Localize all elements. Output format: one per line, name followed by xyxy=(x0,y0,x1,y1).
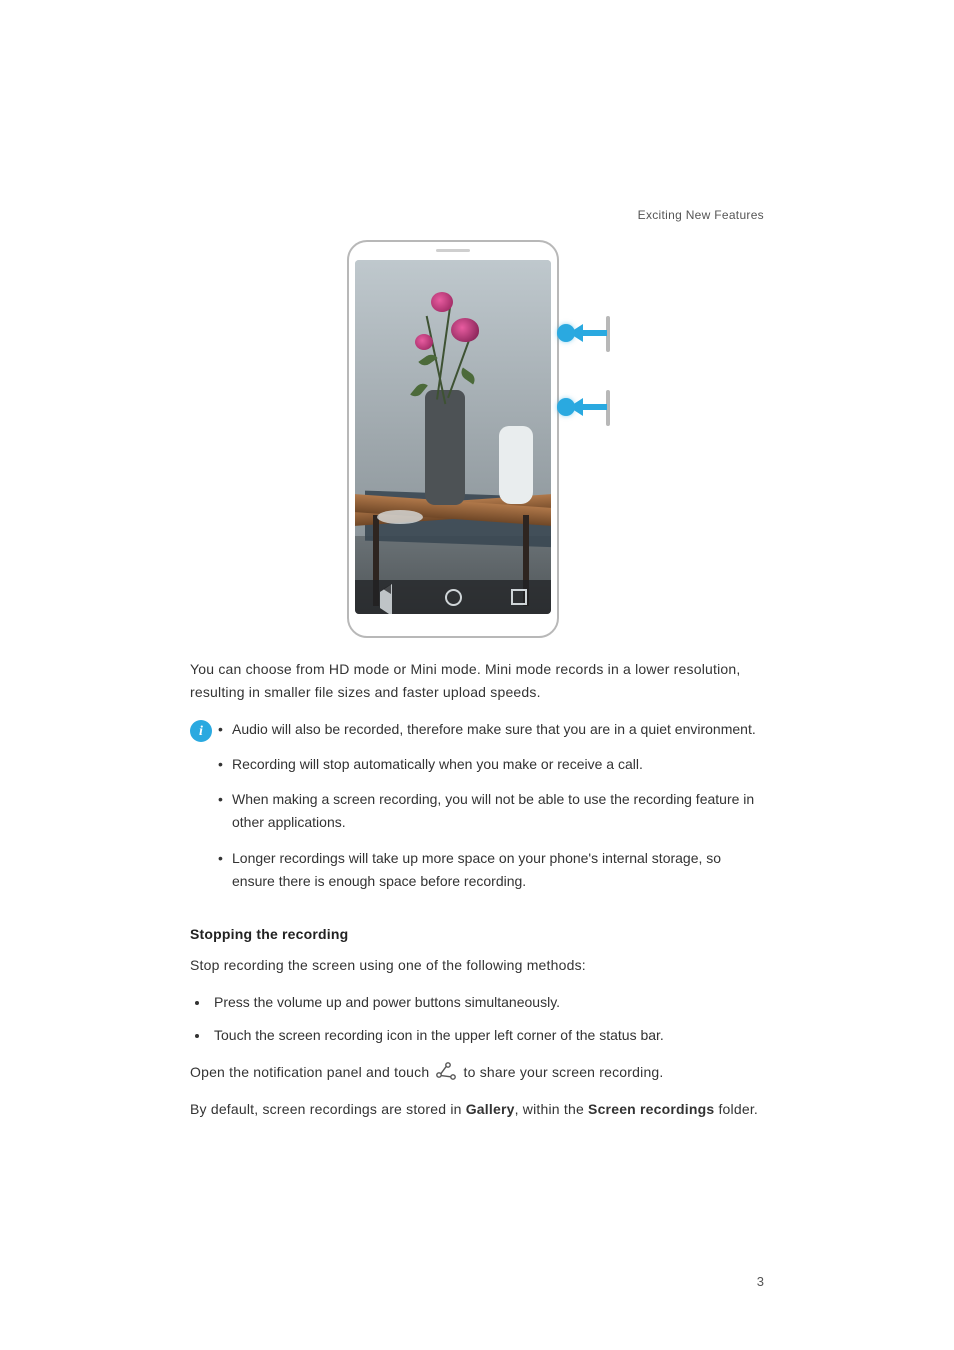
section-header: Exciting New Features xyxy=(638,206,764,226)
stopping-methods-list: Press the volume up and power buttons si… xyxy=(190,991,764,1047)
phone-illustration xyxy=(347,240,607,638)
share-text-pre: Open the notification panel and touch xyxy=(190,1064,433,1080)
android-navbar xyxy=(355,580,551,614)
stopping-heading: Stopping the recording xyxy=(190,923,764,946)
storage-text: By default, screen recordings are stored… xyxy=(190,1101,466,1117)
stopping-method-item: Touch the screen recording icon in the u… xyxy=(210,1024,764,1047)
stopping-method-item: Press the volume up and power buttons si… xyxy=(210,991,764,1014)
phone-speaker xyxy=(436,249,470,252)
info-note-item: Recording will stop automatically when y… xyxy=(218,753,764,776)
nav-recents-icon xyxy=(511,589,527,605)
share-text-post: to share your screen recording. xyxy=(464,1064,664,1080)
info-note-item: Audio will also be recorded, therefore m… xyxy=(218,718,764,741)
gallery-app-name: Gallery xyxy=(466,1101,515,1117)
info-note-item: When making a screen recording, you will… xyxy=(218,788,764,834)
info-note-item: Longer recordings will take up more spac… xyxy=(218,847,764,893)
storage-text: folder. xyxy=(714,1101,758,1117)
storage-text: , within the xyxy=(515,1101,588,1117)
phone-frame xyxy=(347,240,559,638)
nav-home-icon xyxy=(445,589,462,606)
screen-recordings-folder: Screen recordings xyxy=(588,1101,714,1117)
info-notes-list: Audio will also be recorded, therefore m… xyxy=(218,718,764,905)
share-icon xyxy=(433,1061,459,1081)
phone-screen xyxy=(355,260,551,614)
stopping-intro: Stop recording the screen using one of t… xyxy=(190,954,764,977)
arrow-to-volume-icon xyxy=(557,324,607,342)
share-instruction: Open the notification panel and touch to… xyxy=(190,1061,764,1084)
page-number: 3 xyxy=(757,1271,764,1292)
nav-back-icon xyxy=(380,589,396,605)
info-icon: i xyxy=(190,720,212,742)
storage-location: By default, screen recordings are stored… xyxy=(190,1098,764,1121)
mode-description: You can choose from HD mode or Mini mode… xyxy=(190,658,764,704)
arrow-to-power-icon xyxy=(557,398,607,416)
